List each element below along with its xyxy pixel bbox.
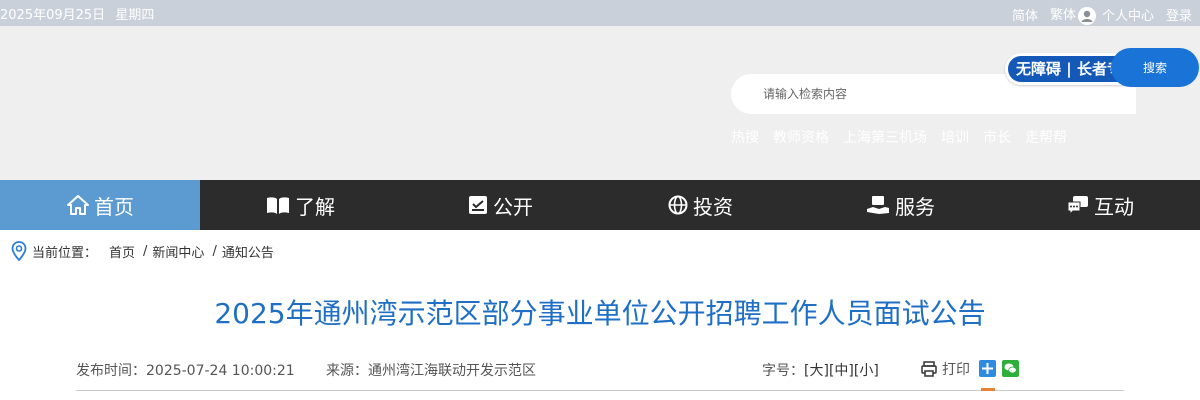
- globe-icon: [668, 195, 688, 215]
- nav-service[interactable]: 服务: [800, 180, 1000, 230]
- font-medium-button[interactable]: [中]: [829, 363, 854, 379]
- breadcrumb: 当前位置： 首页 / 新闻中心 / 通知公告: [10, 240, 274, 262]
- nav-service-label: 服务: [895, 194, 935, 219]
- home-icon: [67, 195, 89, 215]
- weekday-text: 星期四: [115, 8, 155, 23]
- share-plus-icon[interactable]: [979, 360, 996, 377]
- nav-invest-label: 投资: [693, 194, 733, 219]
- accent-mark: [981, 388, 995, 391]
- breadcrumb-notices[interactable]: 通知公告: [222, 242, 274, 261]
- print-button[interactable]: 打印: [920, 359, 970, 379]
- breadcrumb-separator: /: [143, 243, 148, 259]
- hot-search-words: 热搜 教师资格 上海第三机场 培训 市长 走帮帮: [731, 127, 1067, 147]
- breadcrumb-separator: /: [212, 243, 217, 259]
- traditional-link[interactable]: 繁体: [1049, 4, 1096, 25]
- article-title: 2025年通州湾示范区部分事业单位公开招聘工作人员面试公告: [214, 297, 986, 330]
- nav-open-label: 公开: [493, 194, 533, 219]
- service-hand-icon: [867, 196, 889, 214]
- breadcrumb-news[interactable]: 新闻中心: [152, 242, 204, 261]
- font-size-controls: 字号：[大][中][小]: [762, 360, 879, 380]
- breadcrumb-home[interactable]: 首页: [109, 242, 135, 261]
- search-button[interactable]: 搜索: [1111, 48, 1199, 87]
- traditional-label: 繁体: [1049, 8, 1076, 23]
- article-source: 来源：通州湾江海联动开发示范区: [326, 363, 536, 379]
- book-icon: [267, 197, 289, 214]
- hot-word[interactable]: 教师资格: [773, 127, 829, 147]
- top-links: 简体 繁体 个人中心 登录: [1012, 4, 1192, 25]
- chat-icon: [1067, 196, 1088, 216]
- nav-open[interactable]: 公开: [400, 180, 600, 230]
- user-icon: [1077, 6, 1096, 25]
- meta-divider: [76, 390, 1124, 391]
- font-size-label: 字号：: [762, 363, 804, 379]
- main-nav: 首页 了解 公开 投资 服务 互动: [0, 180, 1200, 230]
- login-link[interactable]: 登录: [1166, 5, 1192, 24]
- breadcrumb-prefix: 当前位置：: [32, 245, 98, 261]
- nav-home[interactable]: 首页: [0, 180, 200, 230]
- current-date: 2025年09月25日 星期四: [0, 4, 160, 23]
- date-text: 2025年09月25日: [0, 8, 106, 23]
- nav-invest[interactable]: 投资: [600, 180, 800, 230]
- simplified-link[interactable]: 简体: [1012, 5, 1038, 24]
- nav-home-label: 首页: [94, 194, 134, 219]
- hot-word[interactable]: 培训: [941, 127, 969, 147]
- hot-word[interactable]: 热搜: [731, 127, 759, 147]
- top-bar: 2025年09月25日 星期四 简体 繁体 个人中心 登录: [0, 0, 1200, 26]
- share-buttons: [979, 360, 1019, 377]
- hot-word[interactable]: 市长: [983, 127, 1011, 147]
- search-input[interactable]: [763, 82, 1123, 106]
- personal-center-link[interactable]: 个人中心: [1102, 5, 1154, 24]
- font-large-button[interactable]: [大]: [804, 363, 829, 379]
- print-label: 打印: [942, 362, 970, 378]
- nav-interact-label: 互动: [1094, 194, 1134, 219]
- open-file-icon: [469, 196, 487, 214]
- printer-icon: [921, 361, 937, 377]
- nav-understand-label: 了解: [295, 194, 335, 219]
- site-header: 无障碍 | 长者专版 热搜 教师资格 上海第三机场 培训 市长 走帮帮: [0, 26, 1200, 180]
- nav-understand[interactable]: 了解: [200, 180, 400, 230]
- hot-word[interactable]: 上海第三机场: [843, 127, 927, 147]
- location-pin-icon: [11, 241, 27, 262]
- nav-interact[interactable]: 互动: [1000, 180, 1200, 230]
- font-small-button[interactable]: [小]: [854, 363, 879, 379]
- publish-time: 发布时间：2025-07-24 10:00:21: [76, 363, 295, 379]
- wechat-icon[interactable]: [1002, 360, 1019, 377]
- hot-word[interactable]: 走帮帮: [1025, 127, 1067, 147]
